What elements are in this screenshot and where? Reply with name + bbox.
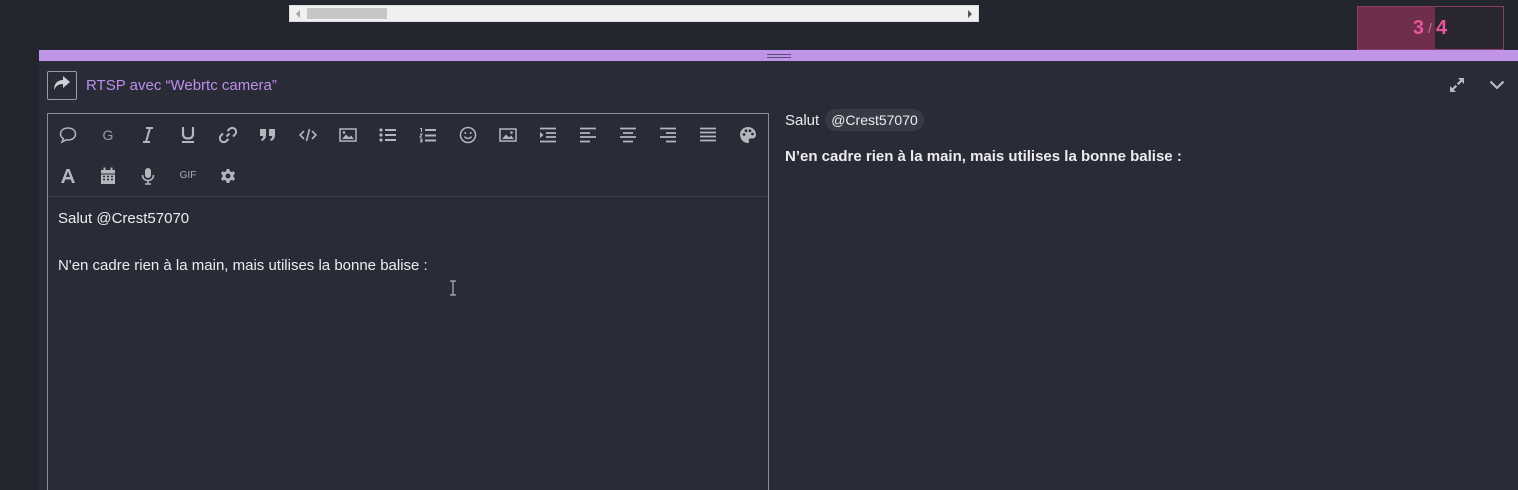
toolbar-row-1: G [48,114,768,155]
image-icon[interactable] [328,115,368,155]
share-arrow-icon [53,75,71,95]
progress-separator: / [1428,20,1433,36]
expand-icon[interactable] [1448,76,1466,94]
composer-header: RTSP avec “Webrtc camera” [47,70,1506,100]
font-icon[interactable] [48,156,88,196]
mention-badge[interactable]: @Crest57070 [825,109,924,131]
quote-icon[interactable] [248,115,288,155]
gear-icon[interactable] [208,156,248,196]
editor-line-2: N'en cadre rien à la main, mais utilises… [58,257,428,274]
reply-composer: RTSP avec “Webrtc camera” G GIF Salut @C… [39,50,1518,490]
palette-icon[interactable] [728,115,768,155]
reply-topic-title[interactable]: RTSP avec “Webrtc camera” [86,77,277,94]
preview-body: N’en cadre rien à la main, mais utilises… [785,148,1182,165]
scrollbar-thumb[interactable] [307,8,387,19]
progress-current: 3 [1412,16,1426,39]
text-cursor-icon [449,280,457,296]
bold-g-icon[interactable]: G [88,115,128,155]
horizontal-scrollbar[interactable] [289,5,979,22]
editor-textarea[interactable]: Salut @Crest57070 N'en cadre rien à la m… [48,197,768,315]
editor-line-1: Salut @Crest57070 [58,210,190,227]
gif-icon[interactable]: GIF [168,156,208,196]
underline-icon[interactable] [168,115,208,155]
align-justify-icon[interactable] [688,115,728,155]
composer-resize-grip[interactable] [39,50,1518,61]
chevron-down-icon[interactable] [1488,76,1506,94]
image-upload-icon[interactable] [488,115,528,155]
italic-icon[interactable] [128,115,168,155]
scroll-left-arrow-icon[interactable] [290,6,306,21]
progress-total: 4 [1435,16,1449,39]
microphone-icon[interactable] [128,156,168,196]
align-left-icon[interactable] [568,115,608,155]
editor-toolbar: G GIF [48,114,768,197]
preview-panel: Salut @Crest57070 N’en cadre rien à la m… [785,108,1498,165]
smiley-icon[interactable] [448,115,488,155]
bullet-list-icon[interactable] [368,115,408,155]
reply-action-button[interactable] [47,70,77,100]
speech-bubble-icon[interactable] [48,115,88,155]
align-center-icon[interactable] [608,115,648,155]
link-icon[interactable] [208,115,248,155]
toolbar-row-2: GIF [48,155,768,196]
align-right-icon[interactable] [648,115,688,155]
code-icon[interactable] [288,115,328,155]
scroll-right-arrow-icon[interactable] [962,6,978,21]
numbered-list-icon[interactable] [408,115,448,155]
preview-greeting: Salut [785,111,820,129]
editor-panel: G GIF Salut @Crest57070 N'en cadre rien … [47,113,769,490]
indent-icon[interactable] [528,115,568,155]
topic-progress[interactable]: 3 / 4 [1357,6,1504,50]
calendar-icon[interactable] [88,156,128,196]
